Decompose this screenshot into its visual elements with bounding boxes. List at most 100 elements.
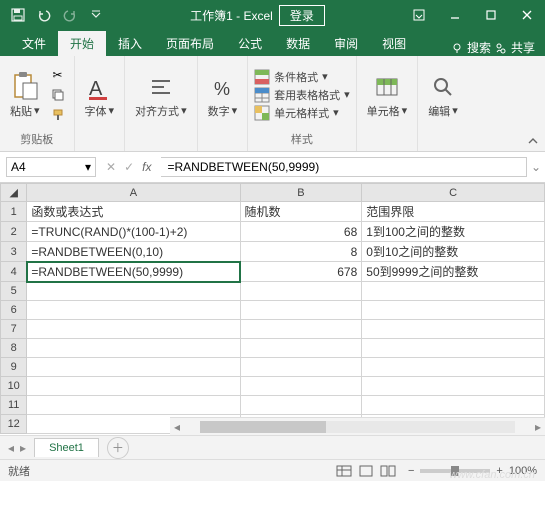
spreadsheet-grid[interactable]: ◢ A B C 1函数或表达式随机数范围界限2=TRUNC(RAND()*(10… [0,183,545,435]
cell[interactable] [362,282,545,301]
cell[interactable] [362,301,545,320]
cell[interactable] [27,396,240,415]
zoom-slider[interactable] [420,469,490,473]
cell[interactable] [240,320,362,339]
zoom-in-icon[interactable]: + [496,465,502,477]
row-header[interactable]: 1 [1,202,27,222]
page-break-view-icon[interactable] [380,465,396,477]
cell[interactable] [362,339,545,358]
redo-icon[interactable] [58,3,82,27]
zoom-level[interactable]: 100% [509,465,537,477]
cell[interactable]: 50到9999之间的整数 [362,262,545,282]
cell[interactable]: 1到100之间的整数 [362,222,545,242]
cell[interactable] [27,358,240,377]
row-header[interactable]: 12 [1,415,27,434]
cell-styles-button[interactable]: 单元格样式▾ [254,105,350,121]
cell[interactable] [362,320,545,339]
cell[interactable] [240,396,362,415]
tab-view[interactable]: 视图 [370,31,418,56]
cell[interactable] [27,282,240,301]
name-box[interactable]: A4 ▾ [6,157,96,177]
cancel-formula-icon[interactable]: ✕ [106,160,116,174]
select-all-corner[interactable]: ◢ [1,184,27,202]
column-header-a[interactable]: A [27,184,240,202]
row-header[interactable]: 7 [1,320,27,339]
number-button[interactable]: % 数字 ▾ [204,73,242,121]
row-header[interactable]: 2 [1,222,27,242]
alignment-button[interactable]: 对齐方式 ▾ [131,73,191,121]
page-layout-view-icon[interactable] [358,465,374,477]
close-icon[interactable] [509,0,545,30]
cell[interactable] [362,377,545,396]
sheet-nav-prev-icon[interactable]: ◂ [8,441,14,455]
chevron-down-icon[interactable]: ▾ [85,160,91,174]
scroll-left-icon[interactable]: ◂ [170,420,184,434]
copy-button[interactable] [48,86,68,104]
insert-function-icon[interactable]: fx [142,160,151,174]
tab-page-layout[interactable]: 页面布局 [154,31,226,56]
conditional-formatting-button[interactable]: 条件格式▾ [254,69,350,85]
format-painter-button[interactable] [48,106,68,124]
cell[interactable]: 函数或表达式 [27,202,240,222]
save-icon[interactable] [6,3,30,27]
cell[interactable] [362,358,545,377]
row-header[interactable]: 8 [1,339,27,358]
sheet-nav-next-icon[interactable]: ▸ [20,441,26,455]
tab-data[interactable]: 数据 [274,31,322,56]
font-button[interactable]: A 字体 ▾ [81,73,119,121]
row-header[interactable]: 6 [1,301,27,320]
normal-view-icon[interactable] [336,465,352,477]
qat-customize-icon[interactable] [84,3,108,27]
collapse-ribbon-icon[interactable] [527,135,539,147]
format-as-table-button[interactable]: 套用表格格式▾ [254,87,350,103]
cell[interactable]: =RANDBETWEEN(0,10) [27,242,240,262]
scroll-thumb[interactable] [200,421,326,433]
tab-home[interactable]: 开始 [58,31,106,56]
editing-button[interactable]: 编辑 ▾ [424,73,462,121]
login-button[interactable]: 登录 [279,5,325,26]
column-header-b[interactable]: B [240,184,362,202]
row-header[interactable]: 4 [1,262,27,282]
column-header-c[interactable]: C [362,184,545,202]
cell[interactable] [27,339,240,358]
tab-review[interactable]: 审阅 [322,31,370,56]
expand-formula-bar-icon[interactable]: ⌄ [527,160,545,174]
tab-insert[interactable]: 插入 [106,31,154,56]
new-sheet-button[interactable]: ＋ [107,437,129,459]
cell[interactable] [27,320,240,339]
cell[interactable]: =TRUNC(RAND()*(100-1)+2) [27,222,240,242]
cells-button[interactable]: 单元格 ▾ [363,73,412,121]
sheet-tab-active[interactable]: Sheet1 [34,438,99,457]
cell[interactable] [240,358,362,377]
cell[interactable]: 8 [240,242,362,262]
undo-icon[interactable] [32,3,56,27]
cell[interactable]: 0到10之间的整数 [362,242,545,262]
row-header[interactable]: 9 [1,358,27,377]
cell[interactable]: 随机数 [240,202,362,222]
cell[interactable]: =RANDBETWEEN(50,9999) [27,262,240,282]
row-header[interactable]: 10 [1,377,27,396]
minimize-icon[interactable] [437,0,473,30]
cut-button[interactable]: ✂ [48,66,68,84]
tab-file[interactable]: 文件 [10,31,58,56]
paste-button[interactable]: 粘贴 ▾ [6,69,44,121]
cell[interactable] [240,339,362,358]
cell[interactable] [27,301,240,320]
cell[interactable] [27,377,240,396]
row-header[interactable]: 11 [1,396,27,415]
cell[interactable] [240,282,362,301]
cell[interactable]: 68 [240,222,362,242]
tab-formulas[interactable]: 公式 [226,31,274,56]
ribbon-options-icon[interactable] [401,0,437,30]
row-header[interactable]: 3 [1,242,27,262]
cell[interactable] [240,377,362,396]
accept-formula-icon[interactable]: ✓ [124,160,134,174]
formula-input[interactable]: =RANDBETWEEN(50,9999) [161,157,527,177]
zoom-out-icon[interactable]: − [408,465,414,477]
cell[interactable] [240,301,362,320]
tell-me-search[interactable]: 搜索 [451,39,491,56]
row-header[interactable]: 5 [1,282,27,301]
share-button[interactable]: 共享 [495,39,535,56]
cell[interactable] [362,396,545,415]
maximize-icon[interactable] [473,0,509,30]
